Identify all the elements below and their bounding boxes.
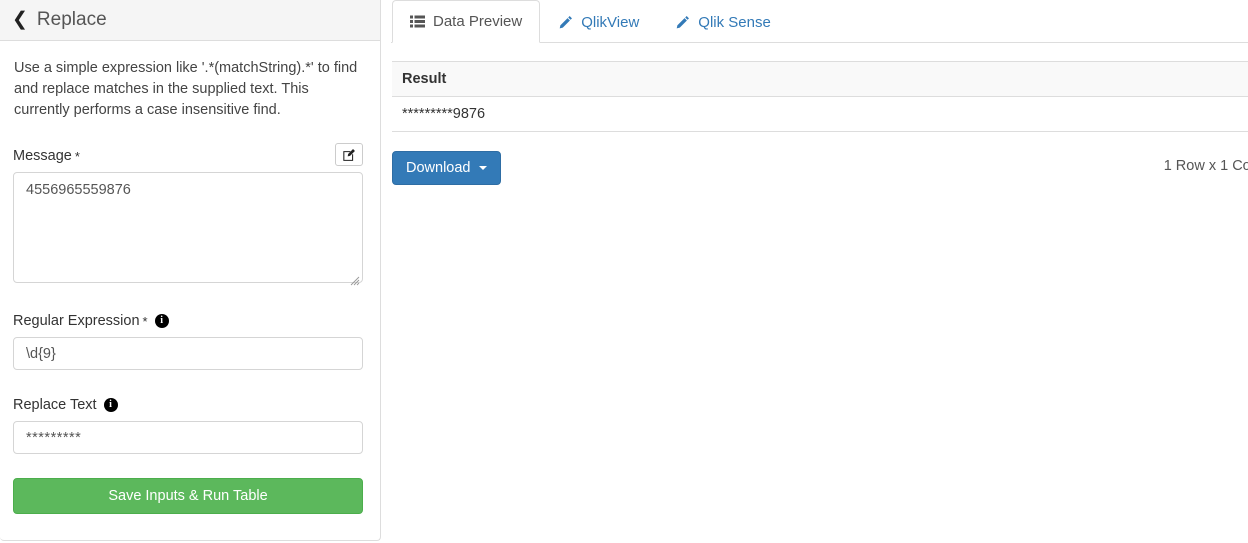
action-row: Download 1 Row x 1 Col. — [391, 151, 1248, 187]
message-input[interactable] — [13, 172, 363, 283]
download-button[interactable]: Download — [392, 151, 501, 185]
column-header-result[interactable]: Result — [392, 61, 1248, 97]
list-icon — [410, 15, 425, 28]
tab-qlik-sense[interactable]: Qlik Sense — [657, 0, 789, 43]
tab-label: Data Preview — [433, 13, 523, 30]
results-panel: Data Preview QlikView Qlik Sense Result … — [391, 0, 1248, 543]
caret-down-icon — [478, 166, 487, 170]
save-and-run-button[interactable]: Save Inputs & Run Table — [13, 478, 363, 514]
message-label: Message — [13, 148, 72, 164]
table-row: *********9876 — [392, 96, 1248, 132]
regex-required-marker: * — [142, 313, 148, 329]
tab-bar: Data Preview QlikView Qlik Sense — [391, 0, 1248, 43]
table-cell-result: *********9876 — [392, 96, 1248, 132]
regex-label: Regular Expression — [13, 313, 140, 329]
replace-text-field-group: Replace Text i — [13, 395, 363, 454]
replace-config-panel: ❮ Replace Use a simple expression like '… — [0, 0, 381, 541]
panel-body: Use a simple expression like '.*(matchSt… — [0, 41, 380, 514]
regex-label-row: Regular Expression * i — [13, 311, 363, 331]
pencil-icon — [558, 15, 573, 30]
page-title: Replace — [36, 9, 107, 30]
message-label-row: Message * — [13, 146, 363, 166]
regex-field-group: Regular Expression * i — [13, 311, 363, 370]
info-circle-icon[interactable]: i — [103, 398, 118, 412]
message-field-group: Message * — [13, 143, 363, 286]
replace-text-label-row: Replace Text i — [13, 395, 363, 415]
message-textarea-wrap — [13, 172, 363, 286]
tab-qlikview[interactable]: QlikView — [540, 0, 657, 43]
table-body: *********9876 — [392, 96, 1248, 132]
table-header-row: Result — [392, 61, 1248, 97]
replace-text-label: Replace Text — [13, 397, 97, 413]
info-circle-icon[interactable]: i — [154, 314, 169, 328]
message-required-marker: * — [74, 148, 80, 164]
tab-data-preview[interactable]: Data Preview — [392, 0, 541, 43]
edit-square-icon-button[interactable] — [335, 143, 363, 166]
chevron-left-icon[interactable]: ❮ — [12, 10, 28, 29]
panel-header: ❮ Replace — [0, 0, 380, 41]
app-root: ❮ Replace Use a simple expression like '… — [0, 0, 1248, 543]
regex-input[interactable] — [13, 337, 363, 370]
pencil-icon — [675, 15, 690, 30]
download-button-label: Download — [406, 160, 471, 176]
replace-text-input[interactable] — [13, 421, 363, 454]
tab-label: QlikView — [581, 13, 640, 31]
help-text: Use a simple expression like '.*(matchSt… — [14, 60, 358, 118]
edit-square-icon — [342, 148, 356, 162]
table-head: Result — [392, 61, 1248, 97]
row-count-label: 1 Row x 1 Col. — [1163, 158, 1248, 174]
result-table: Result *********9876 — [392, 61, 1248, 132]
tab-label: Qlik Sense — [698, 13, 771, 31]
